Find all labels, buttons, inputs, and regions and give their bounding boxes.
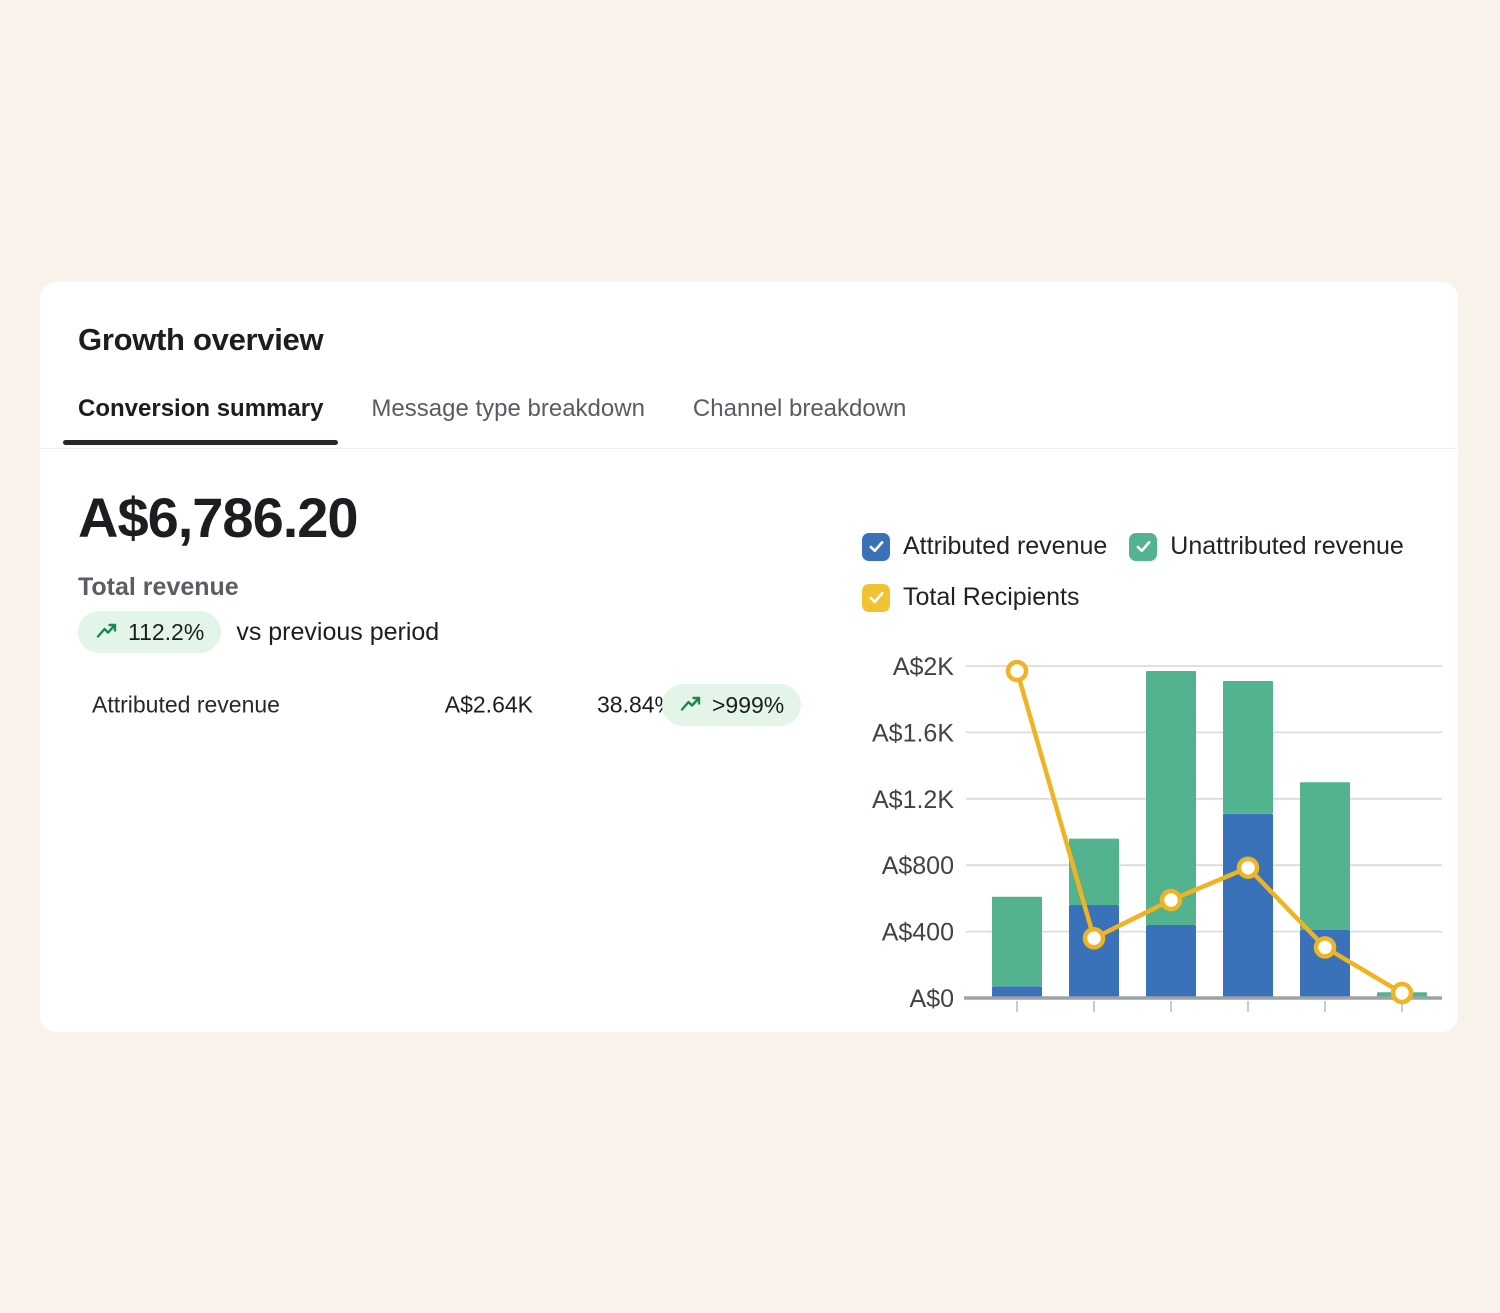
legend-label: Attributed revenue — [903, 532, 1108, 560]
check-icon — [1136, 540, 1151, 553]
page-background: Growth overview Conversion summary Messa… — [0, 0, 1500, 1313]
legend-item-total-recipients[interactable]: Total Recipients — [862, 583, 1079, 612]
attributed-revenue-share: 38.84% — [596, 691, 675, 718]
change-badge: 112.2% — [78, 611, 222, 653]
attributed-revenue-value: A$2.64K — [444, 691, 533, 718]
change-caption: vs previous period — [236, 617, 440, 646]
legend-item-attributed-revenue[interactable]: Attributed revenue — [862, 532, 1107, 561]
trend-up-icon — [680, 696, 701, 711]
total-revenue-label: Total revenue — [78, 573, 239, 601]
svg-text:A$800: A$800 — [882, 852, 954, 880]
legend-label: Unattributed revenue — [1170, 532, 1404, 560]
page-title: Growth overview — [78, 322, 324, 357]
svg-text:A$400: A$400 — [882, 919, 954, 947]
legend-label: Total Recipients — [903, 583, 1080, 611]
attributed-change-badge: >999% — [662, 684, 802, 726]
tab-bar: Conversion summary Message type breakdow… — [62, 395, 906, 445]
svg-text:A$0: A$0 — [910, 985, 954, 1013]
chart-legend: Attributed revenue Unattributed revenue … — [862, 532, 1500, 612]
revenue-chart: A$0 A$400 A$800 A$1.2K A$1.6K A$2K — [872, 653, 1442, 1013]
growth-overview-card: Growth overview Conversion summary Messa… — [40, 282, 1458, 1032]
attributed-revenue-label: Attributed revenue — [92, 691, 280, 718]
attributed-revenue-row: Attributed revenue A$2.64K 38.84% >999% — [78, 681, 868, 729]
legend-item-unattributed-revenue[interactable]: Unattributed revenue — [1129, 532, 1404, 561]
tab-message-type-breakdown[interactable]: Message type breakdown — [371, 395, 645, 445]
checkbox-checked-icon[interactable] — [1129, 532, 1158, 561]
change-badge-value: 112.2% — [128, 618, 205, 645]
period-change-row: 112.2% vs previous period — [78, 611, 439, 653]
svg-text:A$1.2K: A$1.2K — [872, 786, 954, 814]
tab-bar-divider — [40, 448, 1458, 449]
check-icon — [869, 540, 883, 553]
svg-text:A$2K: A$2K — [893, 653, 954, 681]
tab-conversion-summary[interactable]: Conversion summary — [62, 395, 339, 445]
attributed-change-value: >999% — [712, 691, 785, 718]
trend-up-icon — [96, 623, 117, 638]
checkbox-checked-icon[interactable] — [862, 583, 890, 612]
svg-text:A$1.6K: A$1.6K — [872, 719, 954, 747]
check-icon — [869, 591, 883, 604]
checkbox-checked-icon[interactable] — [862, 532, 890, 561]
total-revenue-value: A$6,786.20 — [78, 486, 359, 549]
tab-channel-breakdown[interactable]: Channel breakdown — [693, 395, 906, 445]
